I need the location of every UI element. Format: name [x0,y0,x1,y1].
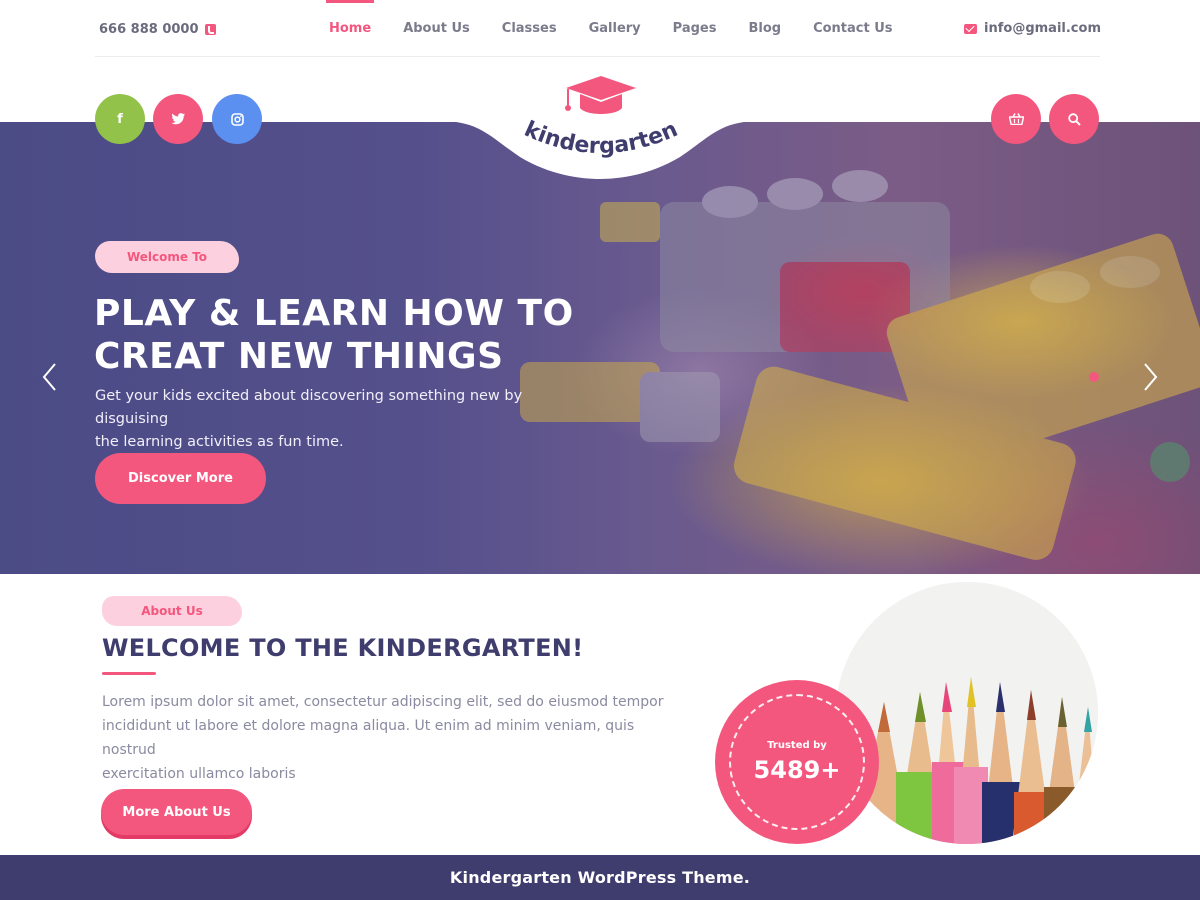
more-about-us-button[interactable]: More About Us [101,789,252,835]
about-title: WELCOME TO THE KINDERGARTEN! [102,634,584,662]
chevron-right-icon [1144,363,1158,391]
slider-dot[interactable] [1089,372,1099,382]
nav-item-classes[interactable]: Classes [486,0,573,56]
about-text-line1: Lorem ipsum dolor sit amet, consectetur … [102,694,664,710]
phone-number: 666 888 0000 [99,22,199,37]
slider-prev-arrow[interactable] [40,362,60,392]
search-button[interactable] [1049,94,1099,144]
topbar-divider [95,56,1100,57]
chevron-left-icon [42,363,56,391]
basket-icon [1008,113,1024,125]
instagram-button[interactable] [212,94,262,144]
pencils-image [836,582,1098,844]
instagram-icon [230,112,244,126]
title-underline [102,672,156,675]
site-logo[interactable]: kindergarten [506,76,696,166]
nav-item-home[interactable]: Home [313,0,387,56]
cart-button[interactable] [991,94,1041,144]
footer-bar: Kindergarten WordPress Theme. [0,855,1200,900]
about-badge: About Us [102,596,242,626]
email-address: info@gmail.com [984,21,1101,36]
email-contact[interactable]: info@gmail.com [964,21,1101,36]
hero-welcome-badge: Welcome To [95,241,239,273]
about-text: Lorem ipsum dolor sit amet, consectetur … [102,690,682,786]
hero-description-line1: Get your kids excited about discovering … [95,388,523,427]
top-bar: 666 888 0000 Home About Us Classes Galle… [0,0,1200,57]
hero-title: PLAY & LEARN HOW TO CREAT NEW THINGS [94,292,654,378]
trusted-count: 5489+ [753,756,841,784]
hero-description: Get your kids excited about discovering … [95,385,595,454]
hero-description-line2: the learning activities as fun time. [95,434,344,450]
footer-text: Kindergarten WordPress Theme. [449,868,751,887]
nav-item-contact-us[interactable]: Contact Us [797,0,908,56]
hero-title-line2: CREAT NEW THINGS [94,336,504,377]
twitter-button[interactable] [153,94,203,144]
logo-wordmark: kindergarten [520,117,681,159]
facebook-button[interactable]: f [95,94,145,144]
main-nav: Home About Us Classes Gallery Pages Blog… [313,0,909,56]
nav-item-gallery[interactable]: Gallery [573,0,657,56]
phone-icon [204,24,216,35]
nav-item-about-us[interactable]: About Us [387,0,486,56]
hero-slider: Welcome To PLAY & LEARN HOW TO CREAT NEW… [0,122,1200,574]
trusted-badge: Trusted by 5489+ [715,680,879,844]
twitter-icon [171,113,185,125]
phone-contact[interactable]: 666 888 0000 [99,22,216,37]
nav-item-pages[interactable]: Pages [657,0,733,56]
hero-title-line1: PLAY & LEARN HOW TO [94,293,574,334]
facebook-icon: f [117,111,123,127]
about-text-line2: incididunt ut labore et dolore magna ali… [102,718,635,758]
envelope-icon [964,23,978,34]
search-icon [1067,112,1081,126]
about-text-line3: exercitation ullamco laboris [102,766,296,782]
slider-next-arrow[interactable] [1140,362,1160,392]
discover-more-button[interactable]: Discover More [95,453,266,504]
nav-item-blog[interactable]: Blog [732,0,797,56]
logo-text: kindergarten [520,117,681,159]
trusted-label: Trusted by [767,740,827,751]
svg-text:kindergarten: kindergarten [520,117,681,159]
